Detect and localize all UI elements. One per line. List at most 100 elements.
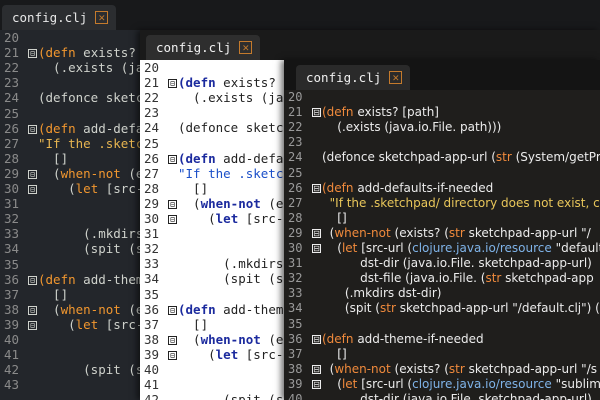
line-number: 21 <box>144 75 160 91</box>
fold-toggle-icon[interactable]: ⊟ <box>168 305 177 315</box>
line-number: 39 <box>144 346 160 362</box>
line-number: 27 <box>4 135 20 151</box>
line-number: 26 <box>4 120 20 136</box>
fold-toggle-icon[interactable]: ⊟ <box>28 185 37 194</box>
code-text: sketchpad-app <box>501 271 594 286</box>
close-icon[interactable]: ✕ <box>389 71 403 84</box>
line-number: 30 <box>4 181 20 196</box>
line-number: 29 <box>288 225 303 240</box>
code-text: ( <box>322 225 335 240</box>
keyword-token: (defn <box>322 105 354 120</box>
line-number: 43 <box>4 377 20 393</box>
line-number: 38 <box>144 331 160 347</box>
fold-toggle-icon[interactable]: ⊟ <box>28 49 37 59</box>
tab-bar: config.clj ✕ <box>0 0 600 30</box>
line-number: 27 <box>288 195 303 210</box>
keyword-token: str <box>448 225 465 240</box>
keyword-token: when-not <box>200 195 261 211</box>
line-number: 28 <box>144 180 160 196</box>
fold-toggle-icon[interactable]: ⊟ <box>168 154 177 164</box>
keyword-token: (defn <box>38 120 76 136</box>
fold-toggle-icon[interactable]: ⊟ <box>168 350 177 360</box>
keyword-token: (defn <box>178 301 216 317</box>
keyword-token: when-not <box>60 165 121 181</box>
line-number: 28 <box>288 210 303 225</box>
fold-toggle-icon[interactable]: ⊟ <box>312 228 321 238</box>
code-text: sketchpad-app-url "/ <box>464 225 591 240</box>
code-line: 29 ⊟ (when-not (exists? (str sketchpad-ap… <box>284 226 600 241</box>
code-text: [] <box>178 316 209 332</box>
close-icon[interactable]: ✕ <box>239 41 253 54</box>
code-text: (spit (st <box>38 362 151 378</box>
code-text: ( <box>38 301 61 317</box>
fold-toggle-icon[interactable]: ⊟ <box>312 183 321 193</box>
keyword-token: (defn <box>178 75 216 91</box>
code-line: 28 [] <box>284 211 600 226</box>
tab-config-clj[interactable]: config.clj ✕ <box>146 35 261 60</box>
code-text: (spit (st <box>38 241 151 257</box>
tab-config-clj[interactable]: config.clj ✕ <box>2 5 117 30</box>
code-area[interactable]: 20 21 ⊟ (defn exists? [path] 22 (.exists (ja… <box>284 90 600 400</box>
fold-toggle-icon[interactable]: ⊟ <box>168 215 177 224</box>
line-number: 35 <box>288 316 303 331</box>
line-number: 33 <box>144 256 160 272</box>
code-text: (spit ( <box>322 301 380 316</box>
keyword-token: str <box>379 301 396 316</box>
code-text: (exists? ( <box>390 225 449 240</box>
editor-pane-dark-sans[interactable]: config.clj ✕ 20 21 ⊟ (defn exists? [path] 22… <box>284 60 600 400</box>
line-number: 42 <box>144 392 160 400</box>
fold-toggle-icon[interactable]: ⊟ <box>28 305 37 315</box>
code-text: (.exists (java.io.File. path))) <box>322 120 502 135</box>
code-text: ( <box>38 165 61 181</box>
keyword-token: let <box>215 346 239 362</box>
line-number: 36 <box>144 301 160 317</box>
code-text: (exists? ( <box>390 361 449 376</box>
code-text: add-theme-if-needed <box>353 331 484 346</box>
close-icon[interactable]: ✕ <box>95 11 109 24</box>
tab-bar: config.clj ✕ <box>140 30 600 60</box>
line-number: 21 <box>4 45 20 61</box>
line-number: 25 <box>288 165 303 180</box>
line-number: 32 <box>4 211 20 227</box>
tab-config-clj[interactable]: config.clj ✕ <box>296 65 411 90</box>
code-text: exists? [path] <box>353 105 439 120</box>
code-text: "default. <box>555 241 600 255</box>
line-number: 30 <box>144 211 160 226</box>
code-text: (.mkdirs d <box>178 256 299 272</box>
fold-toggle-icon[interactable]: ⊟ <box>312 364 321 374</box>
fold-toggle-icon[interactable]: ⊟ <box>312 244 321 253</box>
code-text: ( <box>38 316 76 332</box>
line-number: 25 <box>144 135 160 151</box>
code-text: "sublime <box>555 376 600 391</box>
code-line: 33 (.mkdirs dst-dir) <box>284 286 600 301</box>
line-number: 30 <box>288 241 303 255</box>
line-number: 23 <box>4 75 20 91</box>
tab-title: config.clj <box>12 10 88 25</box>
line-number: 42 <box>4 362 20 378</box>
fold-toggle-icon[interactable]: ⊟ <box>168 199 177 209</box>
fold-toggle-icon[interactable]: ⊟ <box>28 124 37 134</box>
code-line: 25 <box>284 166 600 181</box>
code-line: 20 <box>284 90 600 105</box>
tab-title: config.clj <box>156 40 232 55</box>
keyword-token: (defn <box>178 150 216 166</box>
line-number: 40 <box>144 362 160 377</box>
fold-toggle-icon[interactable]: ⊟ <box>312 108 321 118</box>
code-line: 39 ⊟ (let [src-url (clojure.java.io/resou… <box>284 377 600 392</box>
keyword-token: str <box>448 361 465 376</box>
fold-toggle-icon[interactable]: ⊟ <box>28 320 37 330</box>
function-token: clojure.java.io/resource <box>412 241 552 255</box>
keyword-token: (defn <box>322 180 354 195</box>
fold-toggle-icon[interactable]: ⊟ <box>28 169 37 179</box>
fold-toggle-icon[interactable]: ⊟ <box>168 335 177 345</box>
line-number: 32 <box>288 271 303 286</box>
fold-toggle-icon[interactable]: ⊟ <box>312 334 321 344</box>
fold-toggle-icon[interactable]: ⊟ <box>312 379 321 389</box>
line-number: 28 <box>4 150 20 166</box>
keyword-token: let <box>341 241 358 255</box>
fold-toggle-icon[interactable]: ⊟ <box>28 275 37 285</box>
code-text: [src-url ( <box>357 241 413 255</box>
keyword-token: let <box>75 181 99 196</box>
code-text: ( <box>178 195 201 211</box>
fold-toggle-icon[interactable]: ⊟ <box>168 79 177 89</box>
